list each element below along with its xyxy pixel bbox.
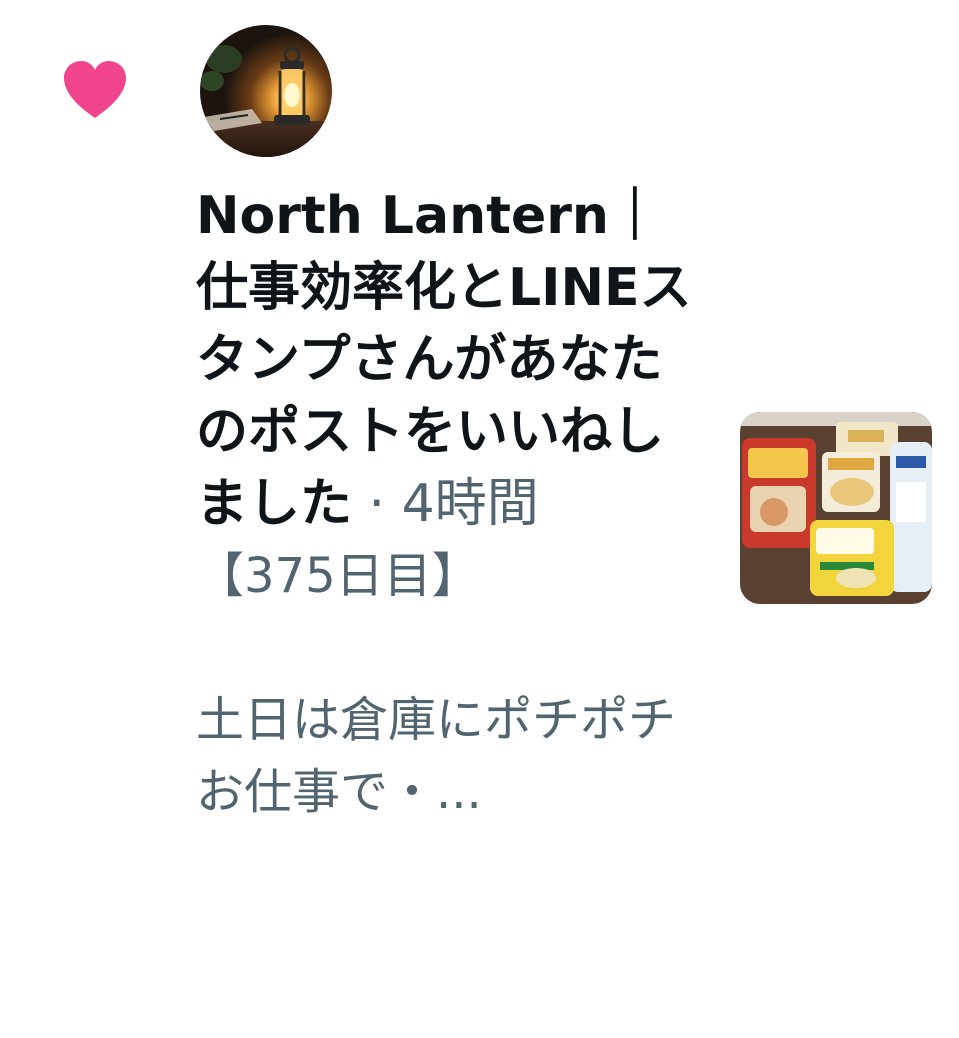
timestamp[interactable]: 4時間 bbox=[402, 474, 539, 534]
like-notification[interactable]: North Lantern｜仕事効率化とLINEスタンプさんがあなたのポストをい… bbox=[0, 0, 959, 1038]
notification-headline: North Lantern｜仕事効率化とLINEスタンプさんがあなたのポストをい… bbox=[196, 180, 706, 540]
bread-packages-photo-icon bbox=[740, 412, 932, 604]
notification-content: North Lantern｜仕事効率化とLINEスタンプさんがあなたのポストをい… bbox=[196, 180, 706, 828]
heart-icon bbox=[64, 61, 126, 118]
lantern-avatar-icon bbox=[200, 25, 332, 157]
separator: · bbox=[368, 474, 386, 534]
post-text[interactable]: 【375日目】 土日は倉庫にポチポチお仕事で・... bbox=[196, 540, 706, 828]
avatar[interactable] bbox=[200, 25, 332, 157]
post-thumbnail[interactable] bbox=[740, 412, 932, 604]
user-name[interactable]: North Lantern bbox=[196, 186, 609, 246]
